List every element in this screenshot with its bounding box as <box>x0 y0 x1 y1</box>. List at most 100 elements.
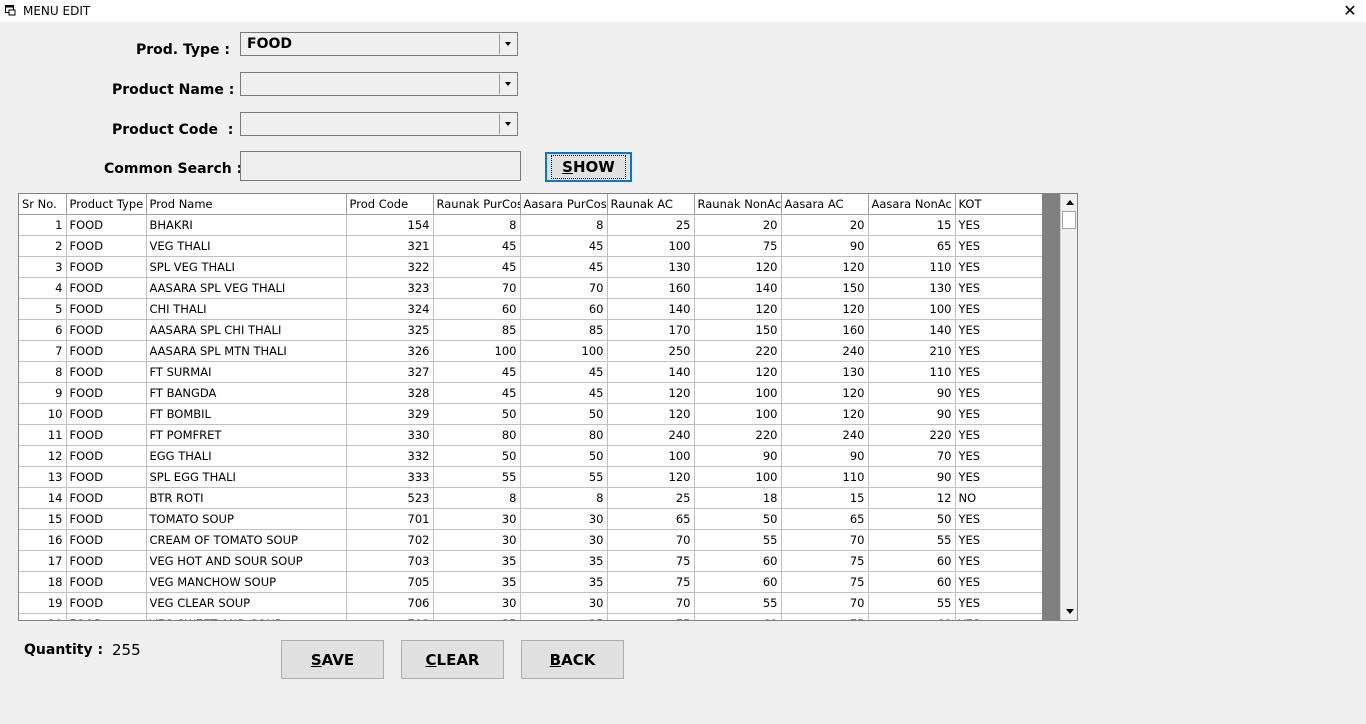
table-cell[interactable]: FOOD <box>66 445 147 467</box>
table-cell[interactable]: FOOD <box>66 424 147 446</box>
back-button[interactable]: BACK <box>521 640 624 679</box>
table-cell[interactable]: FOOD <box>66 298 147 320</box>
table-cell[interactable]: 327 <box>346 361 434 383</box>
table-cell[interactable]: 35 <box>520 550 608 572</box>
table-row[interactable]: 9 FOOD FT BANGDA 328 45 45 120 100 120 90 YES <box>19 382 1042 404</box>
product-grid[interactable]: Sr No. Product Type Prod Name Prod Code Raun… <box>18 193 1078 621</box>
table-cell[interactable]: 120 <box>607 382 695 404</box>
table-cell[interactable]: 75 <box>781 571 869 593</box>
table-cell[interactable]: 15 <box>781 487 869 509</box>
table-cell[interactable]: YES <box>955 214 1042 236</box>
table-cell[interactable]: 321 <box>346 235 434 257</box>
table-cell[interactable]: FOOD <box>66 550 147 572</box>
table-cell[interactable]: 50 <box>520 403 608 425</box>
table-cell[interactable]: FOOD <box>66 256 147 278</box>
table-cell[interactable]: YES <box>955 508 1042 530</box>
table-cell[interactable]: 55 <box>520 466 608 488</box>
table-cell[interactable]: 12 <box>19 445 67 467</box>
table-cell[interactable]: 15 <box>868 214 956 236</box>
table-row[interactable]: 12 FOOD EGG THALI 332 50 50 100 90 90 70 YES <box>19 445 1042 467</box>
table-cell[interactable]: 8 <box>520 487 608 509</box>
table-cell[interactable]: FT SURMAI <box>146 361 347 383</box>
table-cell[interactable]: FOOD <box>66 508 147 530</box>
table-cell[interactable]: 702 <box>346 529 434 551</box>
table-cell[interactable]: 30 <box>520 508 608 530</box>
table-cell[interactable]: 160 <box>607 277 695 299</box>
product-code-select[interactable] <box>240 112 518 136</box>
table-cell[interactable]: 701 <box>346 508 434 530</box>
table-row[interactable]: 6 FOOD AASARA SPL CHI THALI 325 85 85 170 150 16… <box>19 319 1042 341</box>
table-cell[interactable]: FOOD <box>66 340 147 362</box>
table-cell[interactable]: 70 <box>607 529 695 551</box>
table-cell[interactable]: 140 <box>694 277 782 299</box>
table-cell[interactable]: 85 <box>433 319 521 341</box>
table-cell[interactable]: 60 <box>694 613 782 620</box>
table-cell[interactable]: 75 <box>694 235 782 257</box>
table-cell[interactable]: 60 <box>868 571 956 593</box>
table-cell[interactable]: 25 <box>607 487 695 509</box>
table-cell[interactable]: FOOD <box>66 466 147 488</box>
table-cell[interactable]: 20 <box>781 214 869 236</box>
table-cell[interactable]: 150 <box>781 277 869 299</box>
table-cell[interactable]: FT POMFRET <box>146 424 347 446</box>
table-cell[interactable]: YES <box>955 445 1042 467</box>
column-header[interactable]: Aasara PurCost <box>520 194 608 215</box>
table-cell[interactable]: YES <box>955 361 1042 383</box>
table-cell[interactable]: 75 <box>781 613 869 620</box>
table-cell[interactable]: 90 <box>781 235 869 257</box>
table-cell[interactable]: 45 <box>433 235 521 257</box>
table-cell[interactable]: 12 <box>868 487 956 509</box>
table-cell[interactable]: 150 <box>694 319 782 341</box>
table-cell[interactable]: YES <box>955 277 1042 299</box>
table-cell[interactable]: 120 <box>607 466 695 488</box>
table-cell[interactable]: 220 <box>868 424 956 446</box>
table-cell[interactable]: 2 <box>19 235 67 257</box>
table-cell[interactable]: 8 <box>520 214 608 236</box>
table-cell[interactable]: 120 <box>781 256 869 278</box>
table-cell[interactable]: 60 <box>694 571 782 593</box>
table-cell[interactable]: 6 <box>19 319 67 341</box>
table-cell[interactable]: 90 <box>694 445 782 467</box>
table-cell[interactable]: YES <box>955 466 1042 488</box>
show-button[interactable]: SHOW <box>545 152 632 182</box>
table-cell[interactable]: 324 <box>346 298 434 320</box>
table-cell[interactable]: VEG THALI <box>146 235 347 257</box>
column-header[interactable]: Product Type <box>66 194 147 215</box>
table-cell[interactable]: 45 <box>520 256 608 278</box>
table-cell[interactable]: 19 <box>19 592 67 614</box>
table-cell[interactable]: 706 <box>346 592 434 614</box>
table-cell[interactable]: 90 <box>781 445 869 467</box>
table-cell[interactable]: 5 <box>19 298 67 320</box>
table-cell[interactable]: 70 <box>607 592 695 614</box>
table-cell[interactable]: 323 <box>346 277 434 299</box>
table-cell[interactable]: 333 <box>346 466 434 488</box>
column-header[interactable]: Prod Name <box>146 194 347 215</box>
table-cell[interactable]: SPL EGG THALI <box>146 466 347 488</box>
table-cell[interactable]: 120 <box>694 361 782 383</box>
table-cell[interactable]: 35 <box>520 571 608 593</box>
table-cell[interactable]: 330 <box>346 424 434 446</box>
column-header[interactable]: Sr No. <box>19 194 67 215</box>
table-cell[interactable]: 30 <box>433 592 521 614</box>
table-cell[interactable]: 45 <box>520 382 608 404</box>
table-cell[interactable]: 322 <box>346 256 434 278</box>
table-cell[interactable]: 35 <box>433 613 521 620</box>
table-cell[interactable]: 120 <box>781 403 869 425</box>
table-cell[interactable]: 332 <box>346 445 434 467</box>
table-cell[interactable]: 30 <box>520 592 608 614</box>
column-header[interactable]: Raunak NonAc <box>694 194 782 215</box>
table-cell[interactable]: 120 <box>694 298 782 320</box>
table-cell[interactable]: 240 <box>781 340 869 362</box>
table-cell[interactable]: VEG SWEET AND SOUR <box>146 613 347 620</box>
close-button[interactable]: ✕ <box>1334 0 1366 22</box>
table-row[interactable]: 10 FOOD FT BOMBIL 329 50 50 120 100 120 90 YES <box>19 403 1042 425</box>
table-cell[interactable]: 13 <box>19 466 67 488</box>
table-cell[interactable]: 154 <box>346 214 434 236</box>
table-row[interactable]: 15 FOOD TOMATO SOUP 701 30 30 65 50 65 50 YES <box>19 508 1042 530</box>
table-cell[interactable]: 140 <box>868 319 956 341</box>
table-cell[interactable]: 35 <box>433 550 521 572</box>
table-cell[interactable]: 30 <box>520 529 608 551</box>
table-cell[interactable]: TOMATO SOUP <box>146 508 347 530</box>
table-cell[interactable]: 140 <box>607 361 695 383</box>
table-cell[interactable]: 50 <box>433 445 521 467</box>
